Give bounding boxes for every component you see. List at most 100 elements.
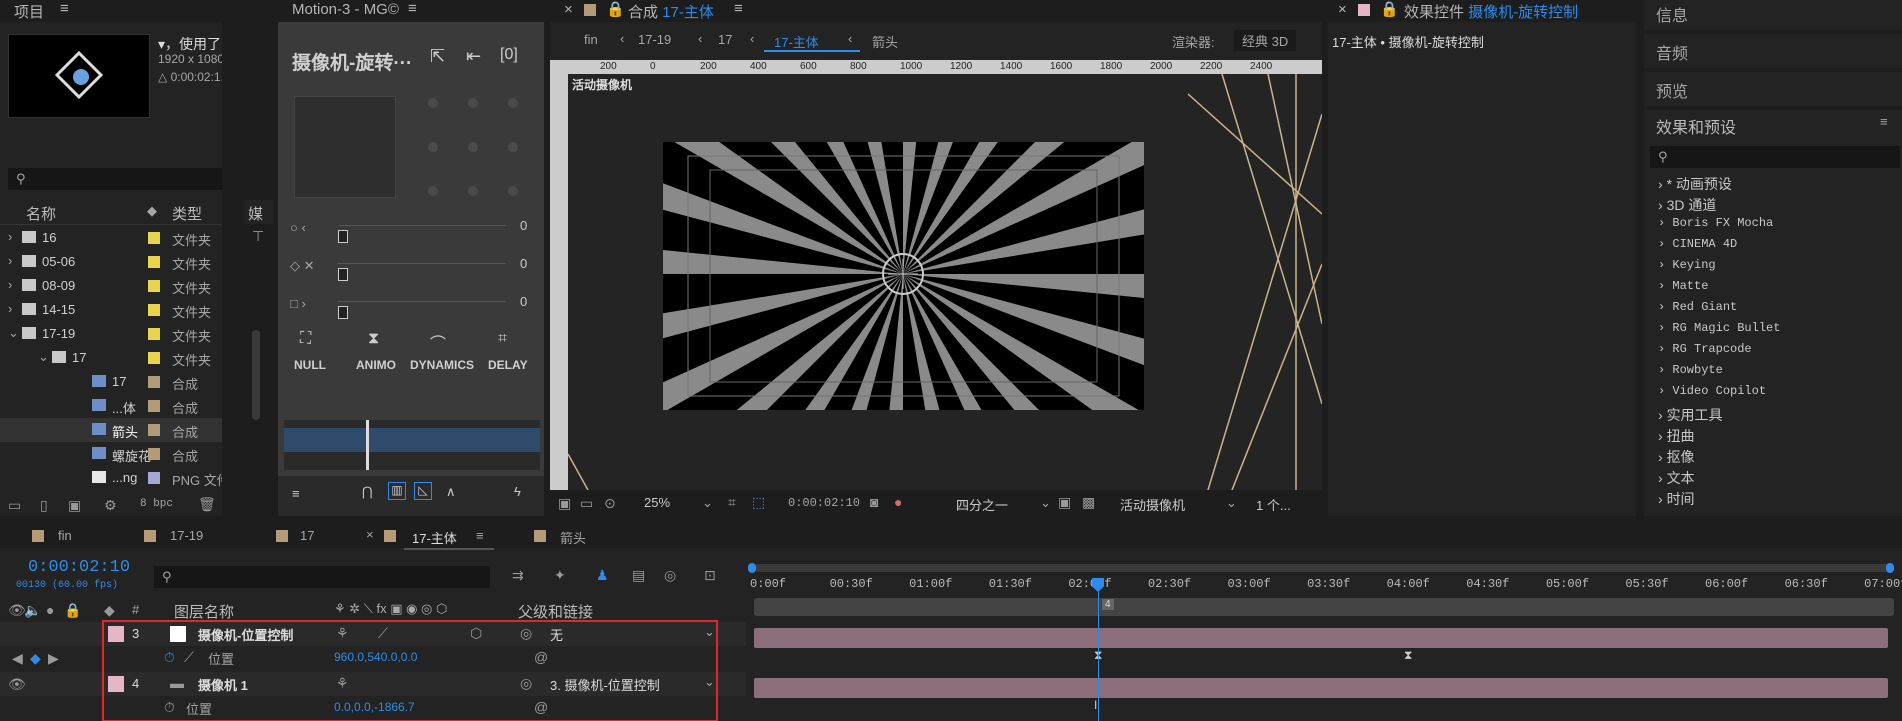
label-swatch[interactable]	[148, 232, 160, 244]
close-icon[interactable]: ×	[366, 527, 374, 542]
chevron-right-icon[interactable]: ›	[8, 277, 12, 292]
solo-icon[interactable]: ●	[46, 603, 54, 617]
marker-label[interactable]: 4	[1102, 599, 1114, 610]
work-area-bar[interactable]	[748, 563, 1894, 573]
anchor-dot[interactable]	[468, 98, 478, 108]
circle-icon[interactable]: ○ ‹	[290, 220, 306, 235]
tool-null[interactable]: NULL	[294, 358, 326, 372]
menu-icon[interactable]: ≡	[734, 0, 743, 17]
keyframe-icon[interactable]: ⧗	[1404, 648, 1412, 663]
diamond-x-icon[interactable]: ◇ ✕	[290, 258, 315, 274]
tool-dynamics[interactable]: DYNAMICS	[410, 358, 474, 372]
anchor-grid[interactable]	[428, 98, 538, 198]
chevron-right-icon[interactable]: ›	[8, 301, 12, 316]
preset-category[interactable]: › 抠像	[1658, 447, 1695, 467]
preset-category[interactable]: › Keying	[1658, 258, 1716, 272]
settings-icon[interactable]: ⚙	[104, 498, 117, 512]
square-arrow-icon[interactable]: □ ›	[290, 296, 306, 311]
monitor-icon[interactable]: ▭	[580, 496, 593, 510]
renderer-select[interactable]: 经典 3D	[1234, 30, 1297, 51]
prev-keyframe-icon[interactable]: ◀	[12, 651, 23, 665]
anchor-dot[interactable]	[428, 142, 438, 152]
project-item[interactable]: ...体 合成	[0, 394, 222, 418]
audio-icon[interactable]: 🔈	[24, 603, 41, 617]
work-area-start[interactable]	[748, 563, 756, 573]
slider-handle-2[interactable]	[338, 268, 348, 281]
animo-icon[interactable]: ⧗	[368, 330, 379, 348]
project-title[interactable]: 项目	[14, 1, 44, 22]
info-panel[interactable]: 信息	[1644, 0, 1902, 30]
motion-title[interactable]: Motion-3 - MG©	[292, 1, 399, 18]
shy-layers-icon[interactable]: ♟	[596, 568, 609, 582]
label-swatch[interactable]	[148, 328, 160, 340]
anchor-dot[interactable]	[468, 186, 478, 196]
region-icon[interactable]: ⬚	[752, 495, 765, 509]
tool-animo[interactable]: ANIMO	[356, 358, 396, 372]
slider-value-3[interactable]: 0	[520, 294, 527, 309]
ramp-icon[interactable]: ◺	[414, 482, 432, 500]
crumb-17[interactable]: 17	[718, 32, 732, 47]
timeline-timecode[interactable]: 0:00:02:10	[28, 558, 130, 577]
crumb-arrow[interactable]: 箭头	[872, 32, 898, 51]
slider-track-2[interactable]	[338, 263, 506, 264]
preset-category[interactable]: › CINEMA 4D	[1658, 237, 1737, 251]
label-swatch[interactable]	[148, 352, 160, 364]
preset-category[interactable]: › 扭曲	[1658, 426, 1695, 446]
dynamics-icon[interactable]: ⌒	[430, 330, 446, 354]
slider-handle-1[interactable]	[338, 230, 348, 243]
anchor-dot[interactable]	[508, 98, 518, 108]
presets-title[interactable]: 效果和预设	[1656, 114, 1736, 138]
trash-icon[interactable]: 🗑	[198, 497, 216, 511]
preset-category[interactable]: › Video Copilot	[1658, 384, 1766, 398]
slider-track-1[interactable]	[338, 225, 506, 226]
channel-icon[interactable]: ●	[894, 495, 902, 509]
column-parent[interactable]: 父级和链接	[518, 601, 593, 622]
label-swatch[interactable]	[148, 472, 160, 484]
column-type[interactable]: 类型	[172, 203, 202, 224]
menu-icon[interactable]: ≡	[60, 0, 69, 17]
next-keyframe-icon[interactable]: ▶	[48, 651, 59, 665]
bracket-zero-icon[interactable]: [0]	[500, 46, 518, 64]
delay-icon[interactable]: ⌗	[498, 330, 507, 348]
composition-mini-flowchart-icon[interactable]: ⇉	[512, 568, 524, 582]
preset-category[interactable]: › Matte	[1658, 279, 1708, 293]
label-swatch[interactable]	[148, 280, 160, 292]
project-search[interactable]: ⚲	[8, 168, 222, 190]
caret-up-icon[interactable]: ∧	[446, 484, 456, 500]
graph-editor-icon[interactable]: ⊡	[704, 568, 716, 582]
slider-value-1[interactable]: 0	[520, 218, 527, 233]
work-area-end[interactable]	[1886, 563, 1894, 573]
crumb-17-19[interactable]: 17-19	[638, 32, 671, 47]
curve-graph[interactable]	[284, 420, 540, 470]
slider-value-2[interactable]: 0	[520, 256, 527, 271]
anchor-dot[interactable]	[428, 186, 438, 196]
preview-box[interactable]	[294, 96, 396, 198]
preset-category[interactable]: › 实用工具	[1658, 405, 1723, 425]
preset-category[interactable]: › * 动画预设	[1658, 174, 1732, 194]
preview-panel[interactable]: 预览	[1644, 72, 1902, 106]
tab-17[interactable]: 17	[300, 528, 314, 543]
project-item[interactable]: ⌄ 17 文件夹	[0, 346, 222, 370]
chevron-right-icon[interactable]: ›	[8, 229, 12, 244]
chevron-down-icon[interactable]: ⌄	[8, 325, 19, 341]
anchor-dot[interactable]	[508, 142, 518, 152]
preset-name[interactable]: 摄像机-旋转···	[292, 48, 412, 75]
preset-category[interactable]: › RG Trapcode	[1658, 342, 1752, 356]
layer-bar[interactable]	[754, 628, 1888, 648]
snapshot-icon[interactable]: ▣	[558, 496, 571, 510]
crumb-17-main[interactable]: 17-主体 ‹	[764, 28, 860, 52]
audio-panel[interactable]: 音频	[1644, 34, 1902, 68]
resolution-select[interactable]: 四分之一	[956, 495, 1008, 514]
ease-icon[interactable]: ⋂	[362, 484, 373, 500]
anchor-dot[interactable]	[428, 98, 438, 108]
project-item[interactable]: ⌄ 17-19 文件夹	[0, 322, 222, 346]
project-item[interactable]: › 14-15 文件夹	[0, 298, 222, 322]
label-swatch[interactable]	[148, 400, 160, 412]
interpret-footage-icon[interactable]: ▭	[8, 498, 21, 512]
transparency-grid-icon[interactable]: ▩	[1082, 495, 1095, 509]
new-comp-icon[interactable]: ▣	[68, 498, 81, 512]
preset-category[interactable]: › Red Giant	[1658, 300, 1737, 314]
time-ruler[interactable]: 0:00f 00:30f 01:00f 01:30f 02:00f 02:30f 03:00…	[748, 574, 1902, 598]
column-layer-name[interactable]: 图层名称	[174, 601, 234, 622]
column-media[interactable]: 媒	[248, 203, 263, 224]
